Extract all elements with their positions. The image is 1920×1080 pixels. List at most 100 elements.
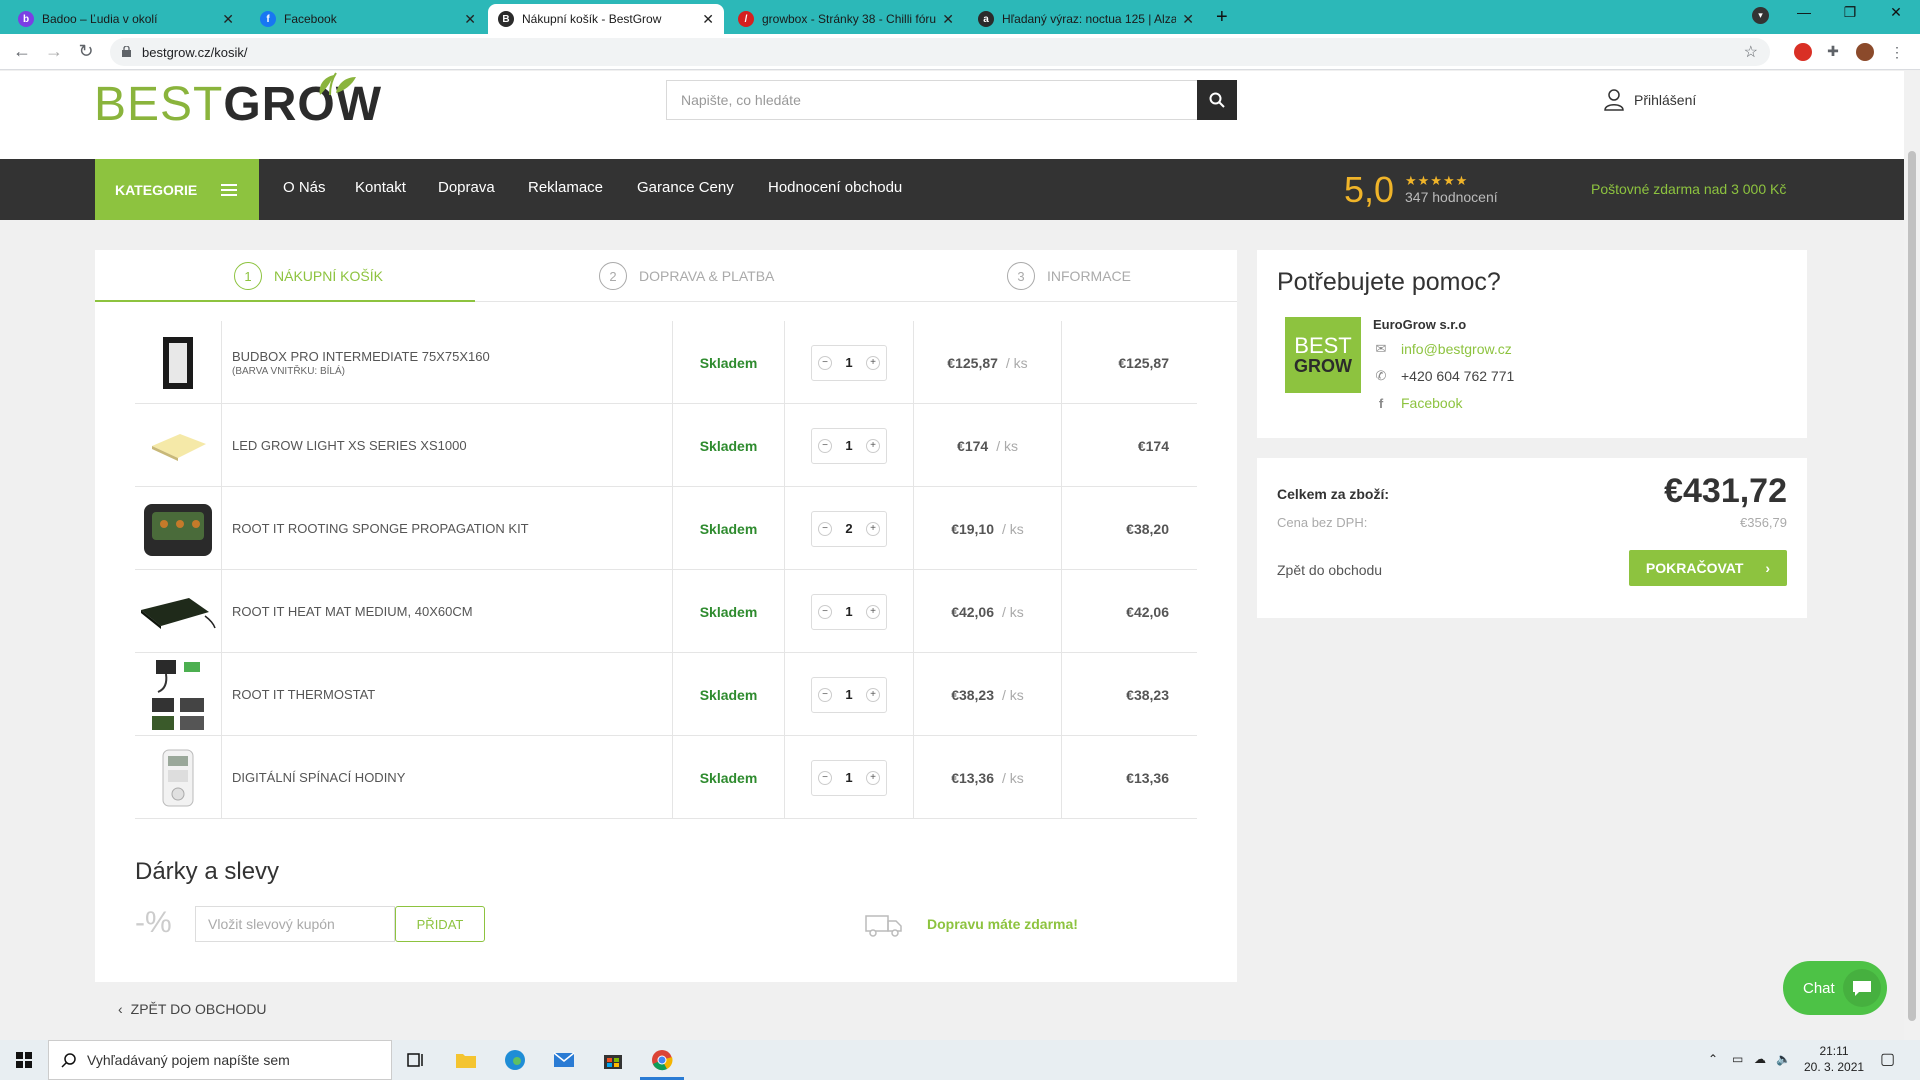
quantity-stepper[interactable]: − 1 + [811,344,887,381]
help-phone[interactable]: +420 604 762 771 [1401,368,1514,384]
decrease-qty-button[interactable]: − [818,438,832,453]
forward-arrow-icon[interactable]: → [42,41,66,62]
increase-qty-button[interactable]: + [865,355,880,370]
tab-close-icon[interactable]: ✕ [464,11,476,28]
increase-qty-button[interactable]: + [865,438,880,453]
product-title[interactable]: ROOT IT THERMOSTAT [232,687,672,702]
browser-tab-badoo[interactable]: b Badoo – Ľudia v okolí ✕ [8,4,244,34]
product-title[interactable]: ROOT IT HEAT MAT MEDIUM, 40X60CM [232,604,672,619]
quantity-value[interactable]: 2 [845,521,852,536]
edge-browser-icon[interactable] [501,1046,529,1074]
store-icon[interactable] [599,1046,627,1074]
mail-icon[interactable] [550,1046,578,1074]
product-title[interactable]: ROOT IT ROOTING SPONGE PROPAGATION KIT [232,521,672,536]
product-name[interactable]: DIGITÁLNÍ SPÍNACÍ HODINY [232,736,672,819]
decrease-qty-button[interactable]: − [818,687,832,702]
product-image-thermostat[interactable] [135,653,222,736]
product-name[interactable]: ROOT IT THERMOSTAT [232,653,672,736]
decrease-qty-button[interactable]: − [818,770,832,785]
tray-chevron-icon[interactable]: ⌃ [1708,1052,1718,1066]
page-scrollbar[interactable] [1904,71,1920,1040]
close-window-icon[interactable]: ✕ [1873,4,1919,21]
taskbar-search-input[interactable]: Vyhľadávaný pojem napíšte sem [48,1040,392,1080]
product-name[interactable]: ROOT IT HEAT MAT MEDIUM, 40X60CM [232,570,672,653]
quantity-stepper[interactable]: − 1 + [811,759,887,796]
nav-link-hodnoceni[interactable]: Hodnocení obchodu [768,179,902,196]
product-image-heat-mat[interactable] [135,570,222,653]
tray-meet-icon[interactable]: ▭ [1732,1052,1743,1066]
product-name[interactable]: BUDBOX PRO INTERMEDIATE 75X75X160 (BARVA… [232,321,672,404]
nav-link-o-nas[interactable]: O Nás [283,179,326,196]
search-input[interactable]: Napište, co hledáte [666,80,1198,120]
task-view-icon[interactable] [402,1046,430,1074]
extension-adblock-icon[interactable] [1794,43,1812,61]
login-link[interactable]: Přihlášení [1604,89,1696,111]
browser-tab-chilli[interactable]: / growbox - Stránky 38 - Chilli fórum ✕ [728,4,964,34]
step-shipping[interactable]: 2 DOPRAVA & PLATBA [599,262,774,290]
rating-score[interactable]: 5,0 [1344,169,1394,211]
tab-close-icon[interactable]: ✕ [1182,11,1194,28]
product-image-led[interactable] [135,404,222,487]
add-coupon-button[interactable]: PŘIDAT [395,906,485,942]
product-name[interactable]: ROOT IT ROOTING SPONGE PROPAGATION KIT [232,487,672,570]
decrease-qty-button[interactable]: − [818,521,832,536]
increase-qty-button[interactable]: + [865,604,880,619]
restore-icon[interactable]: ❐ [1827,4,1873,21]
tab-close-icon[interactable]: ✕ [222,11,234,28]
quantity-value[interactable]: 1 [845,604,852,619]
nav-link-kontakt[interactable]: Kontakt [355,179,406,196]
bookmark-star-icon[interactable]: ☆ [1744,42,1758,62]
decrease-qty-button[interactable]: − [818,604,832,619]
quantity-stepper[interactable]: − 1 + [811,676,887,713]
help-email-link[interactable]: info@bestgrow.cz [1401,341,1512,357]
start-button[interactable] [0,1040,48,1080]
help-facebook-link[interactable]: Facebook [1401,395,1462,411]
nav-link-garance-ceny[interactable]: Garance Ceny [637,179,734,196]
quantity-value[interactable]: 1 [845,355,852,370]
extensions-puzzle-icon[interactable]: ✚ [1824,43,1842,61]
url-field[interactable]: bestgrow.cz/kosik/ ☆ [110,38,1770,66]
quantity-value[interactable]: 1 [845,687,852,702]
nav-link-reklamace[interactable]: Reklamace [528,179,603,196]
back-arrow-icon[interactable]: ← [10,41,34,62]
tab-close-icon[interactable]: ✕ [702,11,714,28]
profile-avatar[interactable] [1856,43,1874,61]
notifications-icon[interactable]: ▢ [1880,1049,1895,1069]
rating-count[interactable]: 347 hodnocení [1405,189,1498,205]
reload-icon[interactable]: ↻ [74,41,98,62]
chrome-icon[interactable] [648,1046,676,1074]
quantity-value[interactable]: 1 [845,438,852,453]
increase-qty-button[interactable]: + [865,687,880,702]
decrease-qty-button[interactable]: − [818,355,832,370]
new-tab-icon[interactable]: + [1216,6,1228,29]
product-title[interactable]: LED GROW LIGHT XS SERIES XS1000 [232,438,672,453]
search-button[interactable] [1197,80,1237,120]
nav-link-doprava[interactable]: Doprava [438,179,495,196]
product-title[interactable]: DIGITÁLNÍ SPÍNACÍ HODINY [232,770,672,785]
product-image-sponge-kit[interactable] [135,487,222,570]
tab-search-icon[interactable]: ▾ [1752,7,1769,24]
back-to-shop-link[interactable]: ‹ ZPĚT DO OBCHODU [118,1001,267,1017]
product-image-budbox[interactable] [135,321,222,404]
product-title[interactable]: BUDBOX PRO INTERMEDIATE 75X75X160 [232,349,672,364]
continue-button[interactable]: POKRAČOVAT › [1629,550,1787,586]
menu-kebab-icon[interactable]: ⋮ [1888,43,1906,61]
taskbar-clock[interactable]: 21:11 20. 3. 2021 [1804,1043,1864,1075]
category-menu-button[interactable]: KATEGORIE [95,159,259,220]
scrollbar-thumb[interactable] [1908,151,1916,1021]
quantity-stepper[interactable]: − 1 + [811,593,887,630]
summary-back-link[interactable]: Zpět do obchodu [1277,562,1382,578]
browser-tab-facebook[interactable]: f Facebook ✕ [250,4,486,34]
product-name[interactable]: LED GROW LIGHT XS SERIES XS1000 [232,404,672,487]
file-explorer-icon[interactable] [452,1046,480,1074]
tray-onedrive-icon[interactable]: ☁ [1754,1052,1766,1066]
increase-qty-button[interactable]: + [865,770,880,785]
quantity-stepper[interactable]: − 2 + [811,510,887,547]
chat-button[interactable]: Chat [1783,961,1887,1015]
tab-close-icon[interactable]: ✕ [942,11,954,28]
step-cart[interactable]: 1 NÁKUPNÍ KOŠÍK [234,262,383,290]
quantity-value[interactable]: 1 [845,770,852,785]
tray-volume-icon[interactable]: 🔈 [1776,1052,1791,1066]
increase-qty-button[interactable]: + [865,521,880,536]
quantity-stepper[interactable]: − 1 + [811,427,887,464]
